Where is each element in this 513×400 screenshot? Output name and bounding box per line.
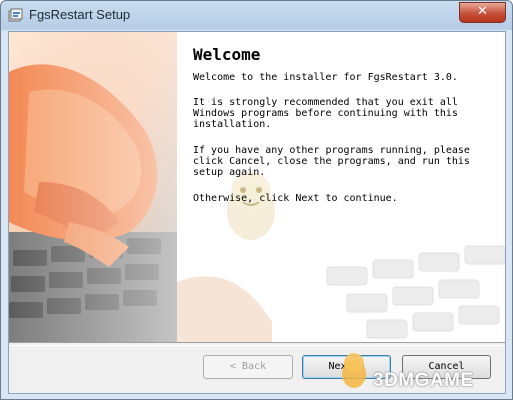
- close-button[interactable]: ✕: [459, 2, 506, 23]
- site-watermark: 3DMGAME: [373, 370, 474, 391]
- button-bar-divider: [9, 342, 505, 346]
- window-title: FgsRestart Setup: [29, 7, 131, 22]
- close-icon: ✕: [477, 4, 488, 19]
- title-bar[interactable]: FgsRestart Setup ✕: [1, 1, 512, 31]
- dialog-client-area: Welcome Welcome to the installer for Fgs…: [8, 31, 506, 394]
- welcome-page: Welcome Welcome to the installer for Fgs…: [9, 32, 505, 342]
- setup-app-icon: [8, 8, 23, 22]
- installer-window: FgsRestart Setup ✕ Welcome Welcome to th…: [0, 0, 513, 400]
- recommend-text: It is strongly recommended that you exit…: [193, 97, 458, 130]
- keyboard-hands-banner: [9, 32, 177, 342]
- mascot-watermark-small: [342, 353, 366, 388]
- other-programs-text: If you have any other programs running, …: [193, 145, 470, 178]
- back-button[interactable]: < Back: [203, 355, 293, 379]
- continue-instruction-text: Otherwise, click Next to continue.: [193, 193, 398, 204]
- intro-text: Welcome to the installer for FgsRestart …: [193, 72, 458, 83]
- page-title: Welcome: [193, 45, 261, 64]
